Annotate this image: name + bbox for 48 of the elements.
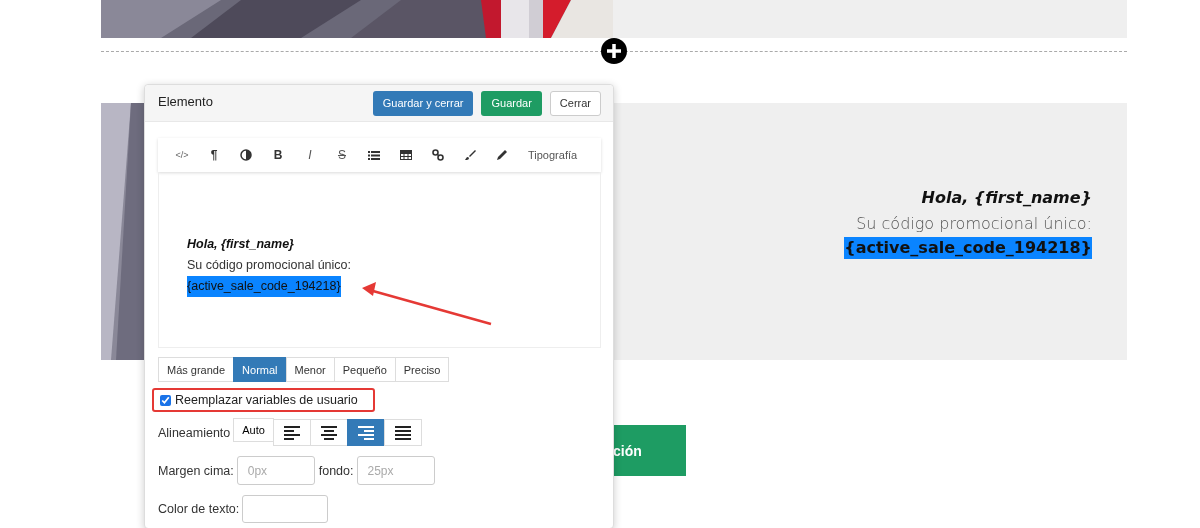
align-justify-button[interactable]: [383, 419, 422, 446]
margin-top-field[interactable]: 0px: [236, 456, 315, 485]
pencil-icon[interactable]: [496, 149, 508, 161]
save-button[interactable]: Guardar: [481, 90, 542, 116]
align-auto-button[interactable]: Auto: [233, 417, 274, 442]
align-center-icon: [320, 425, 337, 440]
size-option[interactable]: Menor: [285, 357, 335, 382]
link-icon[interactable]: [432, 149, 444, 161]
checkbox-label: Reemplazar variables de usuario: [175, 393, 358, 407]
size-option[interactable]: Pequeño: [333, 357, 396, 382]
code-view-button[interactable]: </>: [166, 138, 198, 172]
paragraph-button[interactable]: ¶: [198, 138, 230, 172]
save-close-button[interactable]: Guardar y cerrar: [372, 90, 474, 116]
add-section-icon[interactable]: [601, 38, 627, 64]
margin-bottom-label: fondo:: [318, 463, 354, 478]
replace-variables-checkbox[interactable]: [160, 394, 171, 406]
cta-button[interactable]: ción: [613, 425, 686, 476]
align-center-button[interactable]: [309, 419, 348, 446]
size-option[interactable]: Más grande: [158, 357, 235, 382]
typography-menu[interactable]: Tipografía: [528, 149, 578, 161]
contrast-icon[interactable]: [240, 149, 252, 161]
margin-top-label: Margen cima:: [158, 463, 234, 478]
strikethrough-button[interactable]: S: [326, 138, 358, 172]
close-button[interactable]: Cerrar: [549, 90, 601, 116]
list-icon[interactable]: [368, 150, 380, 160]
align-right-button[interactable]: [346, 419, 385, 446]
align-left-icon: [283, 425, 300, 440]
greeting-text: Hola, {first_name}: [187, 236, 294, 253]
bold-button[interactable]: B: [262, 138, 294, 172]
brush-icon[interactable]: [464, 149, 476, 161]
size-option[interactable]: Normal: [233, 357, 287, 382]
promo-code-text: {active_sale_code_194218}: [844, 237, 1092, 259]
table-icon[interactable]: [400, 150, 412, 160]
text-color-label: Color de texto:: [158, 502, 240, 516]
margin-bottom-field[interactable]: 25px: [356, 456, 435, 485]
align-justify-icon: [394, 425, 411, 440]
dialog-title: Elemento: [158, 93, 214, 109]
promo-code-text: {active_sale_code_194218}: [187, 276, 341, 297]
align-left-button[interactable]: [272, 419, 311, 446]
promo-label-text: Su código promocional único:: [187, 257, 351, 274]
alignment-label: Alineamiento: [158, 425, 231, 440]
align-right-icon: [357, 425, 374, 440]
text-editor[interactable]: Hola, {first_name} Su código promocional único: {active_sale_code_194218}: [158, 172, 601, 348]
size-option[interactable]: Preciso: [394, 357, 450, 382]
italic-button[interactable]: I: [294, 138, 326, 172]
text-color-field[interactable]: [242, 495, 329, 523]
greeting-text: Hola, {first_name}: [921, 187, 1092, 209]
promo-label-text: Su código promocional único:: [856, 213, 1092, 235]
